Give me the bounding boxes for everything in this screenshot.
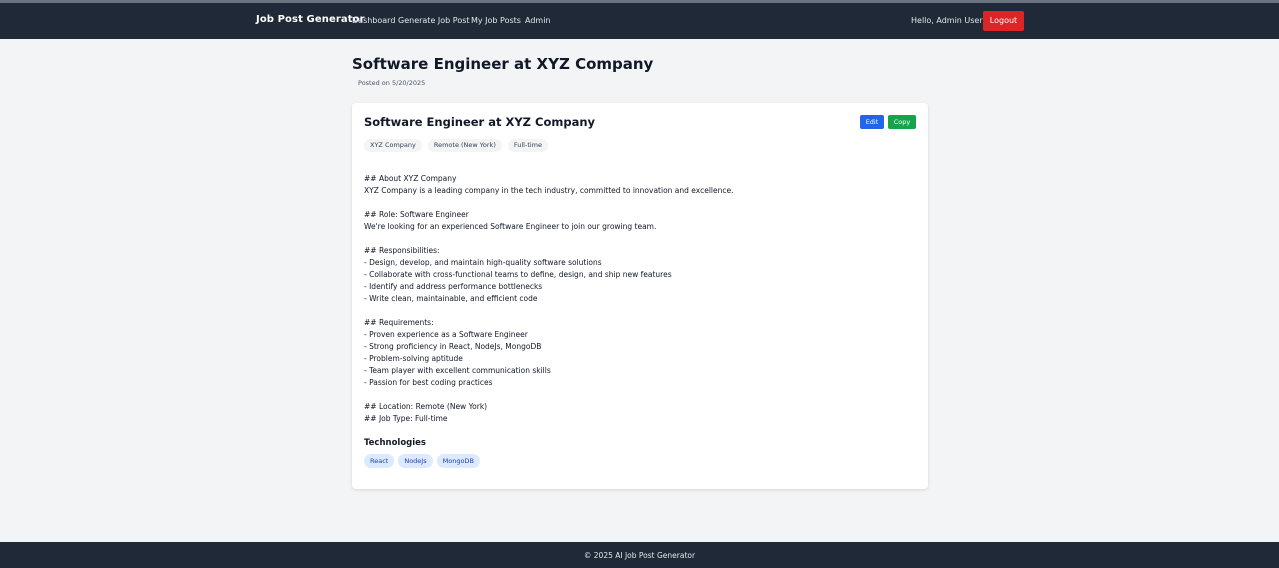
technology-tag-nodejs: NodeJs [398,454,433,468]
logout-button[interactable]: Logout [983,11,1024,31]
nav-dashboard-link[interactable]: Dashboard [352,16,395,25]
location-tag: Remote (New York) [427,139,502,152]
edit-button[interactable]: Edit [860,115,884,129]
job-post-title: Software Engineer at XYZ Company [364,115,596,129]
company-tag: XYZ Company [364,139,422,152]
description-line: - Identify and address performance bottl… [364,282,543,291]
description-line: - Proven experience as a Software Engine… [364,330,528,339]
footer-copyright: © 2025 AI Job Post Generator [583,551,696,560]
brand-link[interactable]: Job Post Generator [256,14,365,25]
description-line [364,197,916,209]
description-line: ## Job Type: Full-time [364,414,448,423]
job-type-tag: Full-time [507,139,549,152]
user-greeting: Hello, Admin User [911,16,983,25]
description-line: ## Role: Software Engineer [364,210,469,219]
description-line: - Team player with excellent communicati… [364,366,551,375]
description-line: - Passion for best coding practices [364,378,493,387]
top-navbar: Job Post Generator Dashboard Generate Jo… [0,0,1279,39]
copy-button[interactable]: Copy [888,115,916,129]
description-line: - Strong proficiency in React, NodeJs, M… [364,342,542,351]
description-line [364,305,916,317]
page-footer: © 2025 AI Job Post Generator [0,542,1279,568]
page-title: Software Engineer at XYZ Company [352,55,654,73]
description-line: - Write clean, maintainable, and efficie… [364,294,538,303]
technology-tag-mongodb: MongoDB [436,454,480,468]
job-meta-tags: XYZ Company Remote (New York) Full-time [364,139,549,152]
description-line [364,389,916,401]
technology-tags: React NodeJs MongoDB [364,454,480,468]
description-line: - Collaborate with cross-functional team… [364,270,672,279]
description-line: ## Requirements: [364,318,434,327]
nav-my-job-posts-link[interactable]: My Job Posts [471,16,521,25]
description-line: ## Responsibilities: [364,246,440,255]
app-page: Job Post Generator Dashboard Generate Jo… [0,0,1279,568]
description-line: - Design, develop, and maintain high-qua… [364,258,602,267]
description-line: XYZ Company is a leading company in the … [364,186,734,195]
technologies-heading: Technologies [364,438,426,448]
nav-admin-link[interactable]: Admin [525,16,551,25]
description-line: ## Location: Remote (New York) [364,402,488,411]
description-line: - Problem-solving aptitude [364,354,463,363]
nav-generate-job-post-link[interactable]: Generate Job Post [398,16,470,25]
technology-tag-react: React [364,454,395,468]
job-description: ## About XYZ Company XYZ Company is a le… [364,173,916,425]
description-line: We're looking for an experienced Softwar… [364,222,657,231]
job-post-card: Software Engineer at XYZ Company Edit Co… [352,103,928,489]
description-line: ## About XYZ Company [364,174,457,183]
description-line [364,233,916,245]
posted-date: Posted on 5/20/2025 [358,79,426,87]
